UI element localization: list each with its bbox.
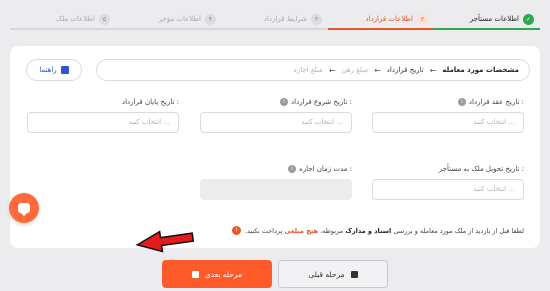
field-label: تاریخ پایان قرارداد : bbox=[122, 98, 179, 106]
previous-step-label: مرحله قبلی bbox=[308, 269, 345, 279]
arrow-left-icon: ← bbox=[429, 65, 437, 75]
step-label: اطلاعات مؤجر bbox=[158, 15, 201, 23]
end-date-field: تاریخ پایان قرارداد : انتخاب کنید ... bbox=[27, 96, 179, 133]
step-contract-info[interactable]: ۲ اطلاعات قرارداد bbox=[328, 8, 434, 30]
step-check-icon: ✓ bbox=[523, 13, 534, 25]
progress-stepper: ✓ اطلاعات مستأجر ۲ اطلاعات قرارداد ۳ شرا… bbox=[10, 8, 540, 34]
delivery-date-input[interactable]: انتخاب کنید ... bbox=[372, 179, 524, 200]
chat-support-button[interactable] bbox=[9, 193, 39, 223]
chat-bubble-icon bbox=[18, 203, 30, 216]
start-date-field: تاریخ شروع قرارداد : i انتخاب کنید ... bbox=[200, 96, 352, 133]
field-label: تاریخ تحویل ملک به مستأجر : bbox=[438, 165, 524, 173]
step-label: اطلاعات مستأجر bbox=[469, 15, 519, 23]
field-label: تاریخ شروع قرارداد : bbox=[291, 98, 352, 106]
breadcrumb-item[interactable]: مبلغ رهن bbox=[342, 66, 369, 74]
breadcrumb-item[interactable]: مبلغ اجاره bbox=[293, 66, 323, 74]
red-arrow-annotation bbox=[135, 230, 195, 253]
step-tenant-info[interactable]: ✓ اطلاعات مستأجر bbox=[434, 8, 540, 30]
step-label: شرایط قرارداد bbox=[263, 15, 307, 23]
lease-term-field: مدت زمان اجاره : i bbox=[200, 163, 352, 200]
book-icon bbox=[60, 66, 69, 74]
form-card: مشخصات مورد معامله ← تاریخ قرارداد ← مبل… bbox=[10, 46, 540, 248]
step-property-info[interactable]: ۵ اطلاعات ملک bbox=[10, 8, 116, 30]
lease-term-input bbox=[200, 179, 352, 200]
next-step-button[interactable]: مرحله بعدی bbox=[162, 260, 272, 288]
info-icon[interactable]: i bbox=[457, 98, 466, 106]
info-icon[interactable]: i bbox=[288, 165, 297, 173]
breadcrumb-item[interactable]: مشخصات مورد معامله bbox=[442, 66, 519, 74]
step-number: ۳ bbox=[311, 13, 322, 25]
prev-arrow-icon bbox=[350, 270, 358, 278]
next-step-label: مرحله بعدی bbox=[204, 269, 243, 279]
guide-button-label: راهنما bbox=[39, 66, 57, 74]
step-label: اطلاعات ملک bbox=[55, 15, 95, 23]
breadcrumb-item[interactable]: تاریخ قرارداد bbox=[387, 66, 424, 74]
guide-button[interactable]: راهنما bbox=[26, 59, 82, 81]
breadcrumb: مشخصات مورد معامله ← تاریخ قرارداد ← مبل… bbox=[96, 59, 530, 81]
payment-warning: ! لطفا قبل از بازدید از ملک مورد معامله … bbox=[231, 226, 524, 235]
field-label: تاریخ عقد قرارداد : bbox=[468, 98, 524, 106]
contract-date-input[interactable]: انتخاب کنید ... bbox=[372, 112, 524, 133]
step-landlord-info[interactable]: ۴ اطلاعات مؤجر bbox=[116, 8, 222, 30]
next-arrow-icon bbox=[191, 270, 199, 278]
contract-date-field: تاریخ عقد قرارداد : i انتخاب کنید ... bbox=[372, 96, 524, 133]
previous-step-button[interactable]: مرحله قبلی bbox=[278, 260, 388, 288]
delivery-date-field: تاریخ تحویل ملک به مستأجر : انتخاب کنید … bbox=[372, 163, 524, 200]
field-label: مدت زمان اجاره : bbox=[299, 165, 352, 173]
warning-text: لطفا قبل از بازدید از ملک مورد معامله و … bbox=[244, 226, 524, 235]
step-label: اطلاعات قرارداد bbox=[365, 15, 413, 23]
step-number: ۲ bbox=[417, 13, 428, 25]
step-number: ۵ bbox=[99, 13, 110, 25]
step-contract-terms[interactable]: ۳ شرایط قرارداد bbox=[222, 8, 328, 30]
step-number: ۴ bbox=[205, 13, 216, 25]
arrow-left-icon: ← bbox=[374, 65, 381, 75]
warning-icon: ! bbox=[231, 226, 241, 235]
end-date-input[interactable]: انتخاب کنید ... bbox=[27, 112, 179, 133]
info-icon[interactable]: i bbox=[280, 98, 289, 106]
arrow-left-icon: ← bbox=[328, 65, 336, 75]
start-date-input[interactable]: انتخاب کنید ... bbox=[200, 112, 352, 133]
